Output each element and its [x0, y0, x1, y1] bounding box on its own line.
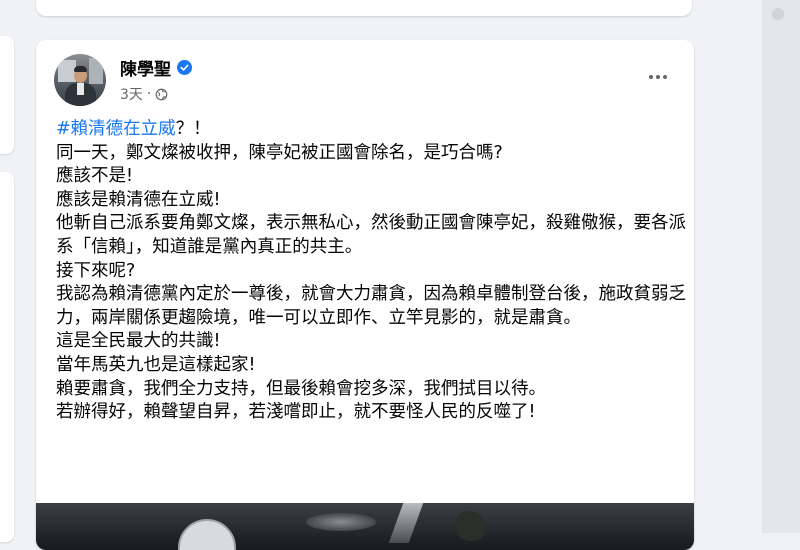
post-timestamp[interactable]: 3天 [120, 84, 143, 104]
post-line: 賴要肅貪，我們全力支持，但最後賴會挖多深，我們拭目以待。 [56, 378, 546, 399]
post-card: 陳學聖 3天 · #賴清德在立威？！ 同一天，鄭文燦被收押，陳亭妃被正國會除名，… [36, 40, 694, 550]
post-photo[interactable] [36, 503, 694, 550]
previous-post-card [36, 0, 692, 16]
author-name[interactable]: 陳學聖 [120, 55, 171, 80]
post-line: 這是全民最大的共識! [56, 331, 221, 352]
post-line: 我認為賴清德黨內定於一尊後，就會大力肅貪，因為賴卓體制登台後，施政貧弱乏力，兩岸… [56, 284, 686, 328]
post-line: 應該是賴清德在立威! [56, 189, 221, 210]
hashtag-suffix: ？！ [175, 119, 211, 139]
post-text: #賴清德在立威？！ 同一天，鄭文燦被收押，陳亭妃被正國會除名，是巧合嗎? 應該不… [56, 118, 686, 425]
lamp-shape [306, 513, 376, 531]
plant-shape [456, 511, 486, 541]
clock-shape [178, 519, 236, 550]
light-shape [388, 503, 424, 543]
post-line: 應該不是! [56, 166, 134, 187]
right-scroll-strip[interactable] [762, 0, 800, 533]
left-panel-card [0, 36, 14, 154]
post-line: 當年馬英九也是這樣起家! [56, 354, 256, 375]
scroll-thumb[interactable] [772, 8, 784, 20]
avatar[interactable] [54, 54, 106, 106]
author-row: 陳學聖 [120, 55, 192, 80]
post-line: 若辦得好，賴聲望自昇，若淺嚐即止，就不要怪人民的反噬了! [56, 402, 536, 423]
post-line-hashtag: #賴清德在立威？！ [56, 118, 686, 142]
globe-icon[interactable] [155, 88, 168, 101]
post-line: 同一天，鄭文燦被收押，陳亭妃被正國會除名，是巧合嗎? [56, 142, 503, 163]
left-panel-card [0, 172, 14, 542]
more-options-icon[interactable] [640, 64, 676, 90]
post-line: 他斬自己派系要角鄭文燦，表示無私心，然後動正國會陳亭妃，殺雞儆猴，要各派系「信賴… [56, 213, 686, 257]
post-line: 接下來呢? [56, 260, 136, 281]
meta-separator: · [146, 86, 152, 102]
hashtag-link[interactable]: #賴清德在立威 [56, 119, 176, 139]
verified-badge-icon [177, 60, 192, 75]
post-meta: 3天 · [120, 84, 168, 104]
